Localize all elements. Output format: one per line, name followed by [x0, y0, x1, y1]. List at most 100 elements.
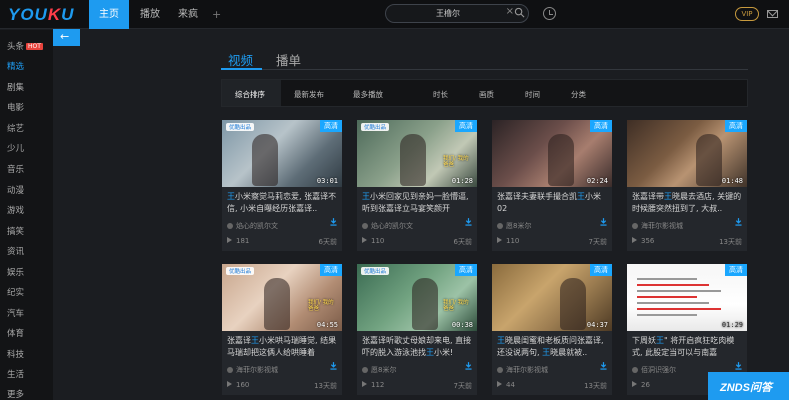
video-author[interactable]: 焰心的凯尔文 [227, 221, 278, 231]
video-author[interactable]: 海菲尔影视城 [497, 365, 548, 375]
sidebar-item-series[interactable]: 剧集 [7, 81, 24, 93]
video-author[interactable]: 愿8米尔 [497, 221, 531, 231]
play-count: 110 [362, 237, 384, 245]
sidebar-item-news[interactable]: 资讯 [7, 245, 24, 257]
sidebar-item-sports[interactable]: 体育 [7, 327, 24, 339]
nav-laifeng[interactable]: 来疯 [172, 0, 204, 29]
filter-quality[interactable]: 画质 [479, 89, 494, 100]
video-title[interactable]: 张嘉译听歌丈母娘却来电, 直接吓的脱入游泳池找王小米! [362, 335, 474, 359]
history-clock-icon[interactable] [543, 7, 556, 20]
sidebar-item-tech[interactable]: 科技 [7, 348, 24, 360]
title-text: 张嘉译带 [632, 192, 664, 201]
sidebar-item-life[interactable]: 生活 [7, 368, 24, 380]
video-card[interactable]: 优酷出品 我们/ 我的爸爸 高清 04:55 张嘉译王小米哄马瑞睡觉, 结果马瑞却把这俩… [222, 264, 342, 395]
sidebar-item-variety[interactable]: 综艺 [7, 122, 24, 134]
tab-playlists[interactable]: 播单 [276, 50, 301, 69]
search-icon[interactable] [514, 7, 525, 18]
tab-active-indicator [221, 68, 262, 70]
sidebar-item-more[interactable]: 更多 [7, 388, 24, 400]
clear-search-icon[interactable]: × [506, 6, 514, 17]
video-card[interactable]: 优酷出品 我们/ 我的爸爸 高清 01:28 王小米回家见到亲妈一脸懵逼, 听到张嘉译立… [357, 120, 477, 251]
video-thumbnail[interactable]: 优酷出品 我们/ 我的爸爸 高清 00:38 [357, 264, 477, 331]
video-thumbnail[interactable]: 高清 01:29 [627, 264, 747, 331]
source-badge: 优酷出品 [226, 267, 255, 275]
video-author[interactable]: 愿8米尔 [362, 365, 396, 375]
duration-label: 01:48 [721, 177, 743, 185]
mail-icon[interactable] [767, 10, 778, 18]
video-thumbnail[interactable]: 高清 02:24 [492, 120, 612, 187]
video-title[interactable]: 王小米察觉马莉恋爱, 张嘉译不信, 小米自曝经历张嘉译.. [227, 191, 339, 215]
author-name: 愿8米尔 [506, 222, 532, 230]
search-box[interactable]: 王橹尔 × [385, 4, 529, 23]
video-title[interactable]: 王晓晨闺蜜和老板质问张嘉译, 还没说两句, 王晓晨就被.. [497, 335, 609, 359]
sidebar-item-music[interactable]: 音乐 [7, 163, 24, 175]
upload-age: 13天前 [584, 382, 607, 390]
video-title[interactable]: 王小米回家见到亲妈一脸懵逼, 听到张嘉译立马宴笑颜开 [362, 191, 474, 215]
video-thumbnail[interactable]: 优酷出品 我们/ 我的爸爸 高清 01:28 [357, 120, 477, 187]
sidebar-item-auto[interactable]: 汽车 [7, 307, 24, 319]
download-icon[interactable] [330, 362, 337, 370]
video-author[interactable]: 焰心的凯尔文 [362, 221, 413, 231]
sidebar-item-headlines[interactable]: 头条 HOT [7, 40, 43, 52]
back-button[interactable]: ← [53, 29, 80, 46]
download-icon[interactable] [735, 362, 742, 370]
sidebar-item-kids[interactable]: 少儿 [7, 142, 24, 154]
video-card[interactable]: 优酷出品 我们/ 我的爸爸 高清 00:38 张嘉译听歌丈母娘却来电, 直接吓的脱入游泳… [357, 264, 477, 395]
youku-logo[interactable]: YOUKU [8, 5, 74, 25]
filter-category[interactable]: 分类 [571, 89, 586, 100]
video-title[interactable]: 张嘉译带王晓晨去酒店, 关键的时候腰突然扭到了, 大叔.. [632, 191, 744, 215]
download-icon[interactable] [330, 218, 337, 226]
video-title[interactable]: 张嘉译王小米哄马瑞睡觉, 结果马瑞却把这俩人给哄睡着 [227, 335, 339, 359]
video-thumbnail[interactable]: 高清 04:37 [492, 264, 612, 331]
filter-sort-overall[interactable]: 综合排序 [235, 89, 265, 100]
video-card[interactable]: 高清 02:24 张嘉译夫妻联手撮合凯王小米 02 愿8米尔 110 7天前 [492, 120, 612, 251]
nav-add-button[interactable]: + [212, 0, 221, 29]
video-title[interactable]: 张嘉译夫妻联手撮合凯王小米 02 [497, 191, 609, 215]
sidebar-item-documentary[interactable]: 纪实 [7, 286, 24, 298]
duration-label: 01:28 [451, 177, 473, 185]
sidebar-item-anime[interactable]: 动漫 [7, 184, 24, 196]
title-highlight: 王 [656, 336, 664, 345]
thumbnail-caption: 我们/ 我的爸爸 [443, 156, 469, 168]
filter-sort-most-played[interactable]: 最多播放 [353, 89, 383, 100]
hd-badge: 高清 [725, 264, 747, 276]
search-input[interactable]: 王橹尔 [386, 8, 510, 19]
download-icon[interactable] [465, 218, 472, 226]
video-thumbnail[interactable]: 高清 01:48 [627, 120, 747, 187]
filter-duration[interactable]: 时长 [433, 89, 448, 100]
thumbnail-caption: 我们/ 我的爸爸 [308, 300, 334, 312]
play-count: 181 [227, 237, 249, 245]
download-icon[interactable] [465, 362, 472, 370]
video-thumbnail[interactable]: 优酷出品 高清 03:01 [222, 120, 342, 187]
thumbnail-figure [548, 134, 574, 186]
video-card[interactable]: 高清 04:37 王晓晨闺蜜和老板质问张嘉译, 还没说两句, 王晓晨就被.. 海菲尔影… [492, 264, 612, 395]
filter-sort-newest[interactable]: 最新发布 [294, 89, 324, 100]
filter-time[interactable]: 时间 [525, 89, 540, 100]
tab-videos[interactable]: 视频 [228, 50, 253, 69]
nav-play[interactable]: 播放 [134, 0, 166, 29]
video-card[interactable]: 高清 01:48 张嘉译带王晓晨去酒店, 关键的时候腰突然扭到了, 大叔.. 海菲尔影… [627, 120, 747, 251]
video-author[interactable]: 佰洞识强尔 [632, 365, 676, 375]
vip-button[interactable]: VIP [735, 7, 759, 21]
duration-label: 00:38 [451, 321, 473, 329]
author-name: 佰洞识强尔 [641, 366, 676, 374]
sidebar-item-funny[interactable]: 搞笑 [7, 225, 24, 237]
download-icon[interactable] [735, 218, 742, 226]
nav-home[interactable]: 主页 [89, 0, 129, 29]
sidebar-item-featured[interactable]: 精选 [7, 60, 24, 72]
upload-age: 7天前 [453, 382, 472, 390]
video-author[interactable]: 海菲尔影视城 [227, 365, 278, 375]
sidebar-item-entertainment[interactable]: 娱乐 [7, 266, 24, 278]
thumbnail-text-line [637, 308, 721, 310]
video-title[interactable]: 下周妖王" 将开启疯狂吃肉模式, 此股定当可以与南嘉 [632, 335, 744, 359]
download-icon[interactable] [600, 218, 607, 226]
sidebar-item-movies[interactable]: 电影 [7, 101, 24, 113]
download-icon[interactable] [600, 362, 607, 370]
title-text: 小米回家见到亲妈一脸懵逼, 听到张嘉译立马宴笑颜开 [362, 192, 469, 213]
video-card[interactable]: 优酷出品 高清 03:01 王小米察觉马莉恋爱, 张嘉译不信, 小米自曝经历张嘉译..… [222, 120, 342, 251]
video-author[interactable]: 海菲尔影视城 [632, 221, 683, 231]
video-thumbnail[interactable]: 优酷出品 我们/ 我的爸爸 高清 04:55 [222, 264, 342, 331]
thumbnail-text-line [637, 314, 697, 316]
sidebar-item-games[interactable]: 游戏 [7, 204, 24, 216]
play-count-icon [632, 237, 637, 243]
